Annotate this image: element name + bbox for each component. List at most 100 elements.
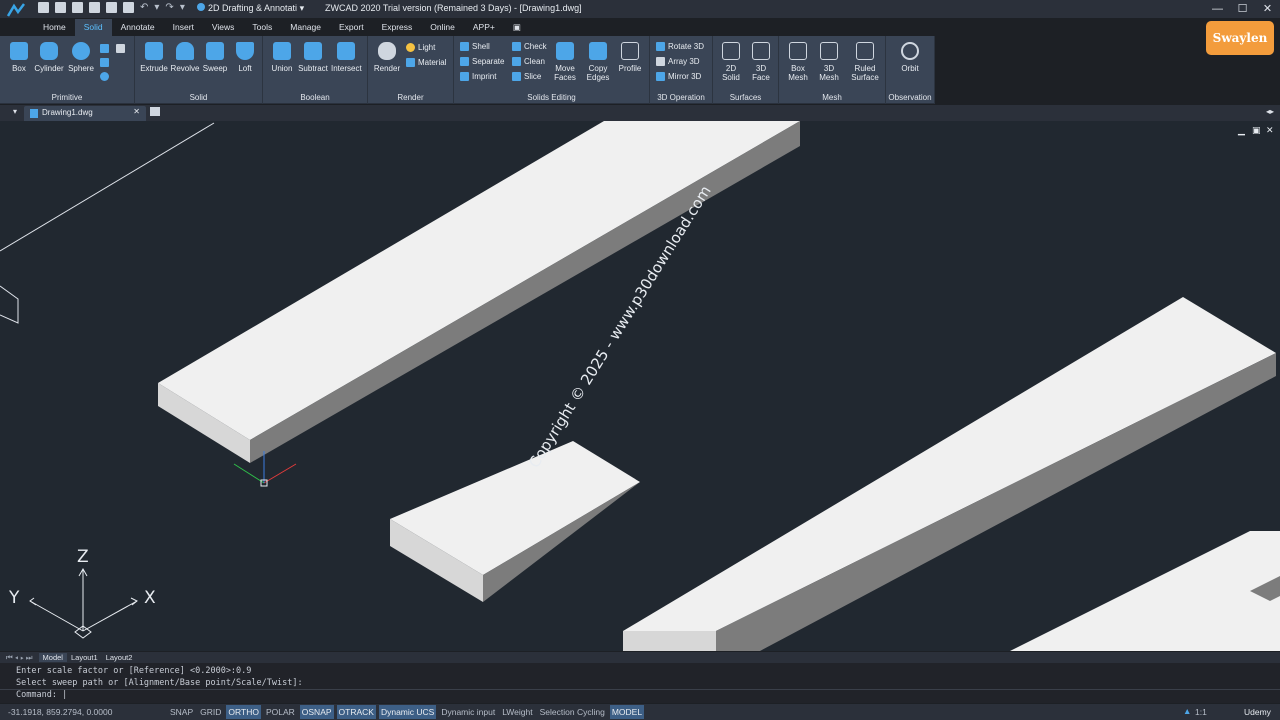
copy-edges-button[interactable]: Copy Edges: [583, 42, 613, 82]
solid-bar-corner[interactable]: [1010, 531, 1280, 651]
render-button[interactable]: Render: [372, 42, 402, 73]
tab-solid[interactable]: Solid: [74, 19, 112, 36]
workspace-select[interactable]: 2D Drafting & Annotati ▾: [197, 3, 304, 14]
undo-dropdown-icon[interactable]: ▾: [154, 2, 159, 13]
cone-icon: [100, 58, 109, 67]
undo-icon[interactable]: ↶: [140, 2, 148, 13]
tab-insert[interactable]: Insert: [164, 19, 203, 36]
wedge-button[interactable]: [100, 44, 109, 53]
union-button[interactable]: Union: [267, 42, 297, 73]
command-input[interactable]: Command: |: [0, 689, 1280, 702]
dynamic-input-toggle[interactable]: Dynamic input: [439, 705, 497, 719]
axis-x-label: X: [144, 588, 156, 608]
polysolid-button[interactable]: [116, 44, 125, 53]
3d-mesh-button[interactable]: 3D Mesh: [814, 42, 844, 82]
app-logo-icon[interactable]: [6, 2, 28, 34]
new-tab-icon[interactable]: [150, 107, 160, 116]
intersect-button[interactable]: Intersect: [331, 42, 362, 73]
tab-views[interactable]: Views: [203, 19, 244, 36]
subtract-button[interactable]: Subtract: [298, 42, 328, 73]
viewport-minimize-icon[interactable]: ▁: [1237, 126, 1246, 136]
orbit-button[interactable]: Orbit: [895, 42, 925, 73]
cylinder-label: Cylinder: [34, 64, 64, 73]
construction-line[interactable]: [0, 122, 215, 252]
tab-layout2[interactable]: Layout2: [102, 653, 137, 662]
snap-toggle[interactable]: SNAP: [168, 705, 195, 719]
move-faces-button[interactable]: Move Faces: [550, 42, 580, 82]
array-3d-button[interactable]: Array 3D: [656, 57, 700, 66]
slice-button[interactable]: Slice: [512, 72, 541, 81]
extrude-button[interactable]: Extrude: [139, 42, 169, 73]
annotation-scale[interactable]: 1:1: [1195, 707, 1207, 717]
plot-preview-icon[interactable]: [123, 2, 134, 13]
selection-cycling-toggle[interactable]: Selection Cycling: [538, 705, 607, 719]
save-icon[interactable]: [72, 2, 83, 13]
tab-app-plus[interactable]: APP+: [464, 19, 504, 36]
grid-toggle[interactable]: GRID: [198, 705, 223, 719]
viewport-close-icon[interactable]: ✕: [1266, 126, 1274, 136]
solid-bar-top-left[interactable]: [158, 121, 800, 463]
model-toggle[interactable]: MODEL: [609, 705, 645, 719]
rotate-3d-button[interactable]: Rotate 3D: [656, 42, 704, 51]
sphere-button[interactable]: Sphere: [66, 42, 96, 73]
cylinder-button[interactable]: Cylinder: [34, 42, 64, 73]
box-mesh-button[interactable]: Box Mesh: [783, 42, 813, 82]
rotate-3d-label: Rotate 3D: [668, 42, 705, 51]
layout-nav-icon[interactable]: ⏮ ◂ ▸ ⏭: [0, 653, 39, 663]
osnap-toggle[interactable]: OSNAP: [299, 705, 334, 719]
polar-toggle[interactable]: POLAR: [264, 705, 297, 719]
partial-box-outline[interactable]: [0, 285, 19, 324]
tab-home[interactable]: Home: [34, 19, 75, 36]
close-tab-icon[interactable]: ✕: [133, 107, 140, 116]
redo-icon[interactable]: ↷: [165, 2, 173, 13]
cone-button[interactable]: [100, 58, 109, 67]
3d-face-button[interactable]: 3D Face: [746, 42, 776, 82]
revolve-button[interactable]: Revolve: [170, 42, 200, 73]
2d-solid-button[interactable]: 2D Solid: [716, 42, 746, 82]
save-as-icon[interactable]: [89, 2, 100, 13]
box-button[interactable]: Box: [4, 42, 34, 73]
imprint-button[interactable]: Imprint: [460, 72, 496, 81]
tab-scroll-icon[interactable]: ◂▸: [1266, 107, 1274, 116]
annotation-scale-icon[interactable]: ▲: [1183, 706, 1191, 716]
ortho-toggle[interactable]: ORTHO: [226, 705, 261, 719]
maximize-button[interactable]: ☐: [1230, 0, 1255, 18]
material-button[interactable]: Material: [406, 58, 446, 67]
tab-layout1[interactable]: Layout1: [67, 653, 102, 662]
clean-button[interactable]: Clean: [512, 57, 545, 66]
tab-manage[interactable]: Manage: [281, 19, 330, 36]
viewport-restore-icon[interactable]: ▣: [1252, 126, 1261, 136]
tab-model[interactable]: Model: [38, 653, 67, 662]
check-button[interactable]: Check: [512, 42, 547, 51]
redo-dropdown-icon[interactable]: ▾: [180, 2, 185, 13]
sweep-button[interactable]: Sweep: [200, 42, 230, 73]
close-button[interactable]: ✕: [1255, 0, 1280, 18]
doc-menu-icon[interactable]: ▾: [13, 107, 17, 116]
profile-button[interactable]: Profile: [615, 42, 645, 73]
separate-button[interactable]: Separate: [460, 57, 504, 66]
tab-online[interactable]: Online: [421, 19, 464, 36]
dynamic-ucs-toggle[interactable]: Dynamic UCS: [378, 705, 437, 719]
document-tab[interactable]: Drawing1.dwg ✕: [24, 106, 146, 121]
light-button[interactable]: Light: [406, 43, 435, 52]
lweight-toggle[interactable]: LWeight: [500, 705, 534, 719]
new-file-icon[interactable]: [38, 2, 49, 13]
tab-tools[interactable]: Tools: [243, 19, 281, 36]
mirror-3d-button[interactable]: Mirror 3D: [656, 72, 701, 81]
print-icon[interactable]: [106, 2, 117, 13]
tab-export[interactable]: Export: [330, 19, 373, 36]
open-folder-icon[interactable]: [55, 2, 66, 13]
otrack-toggle[interactable]: OTRACK: [336, 705, 376, 719]
torus-button[interactable]: [100, 72, 109, 81]
loft-button[interactable]: Loft: [230, 42, 260, 73]
ruled-surface-button[interactable]: Ruled Surface: [847, 42, 883, 82]
tab-express[interactable]: Express: [373, 19, 422, 36]
solid-wedge[interactable]: [390, 441, 640, 602]
drawing-canvas[interactable]: ▁ ▣ ✕ Copyright © 2025 - www.p30download…: [0, 121, 1280, 651]
revolve-label: Revolve: [170, 64, 200, 73]
shell-button[interactable]: Shell: [460, 42, 490, 51]
quick-access-toolbar: ↶ ▾ ↷ ▾: [38, 2, 185, 13]
ribbon-toggle-icon[interactable]: ▣: [504, 19, 530, 36]
tab-annotate[interactable]: Annotate: [112, 19, 164, 36]
minimize-button[interactable]: —: [1205, 0, 1230, 18]
